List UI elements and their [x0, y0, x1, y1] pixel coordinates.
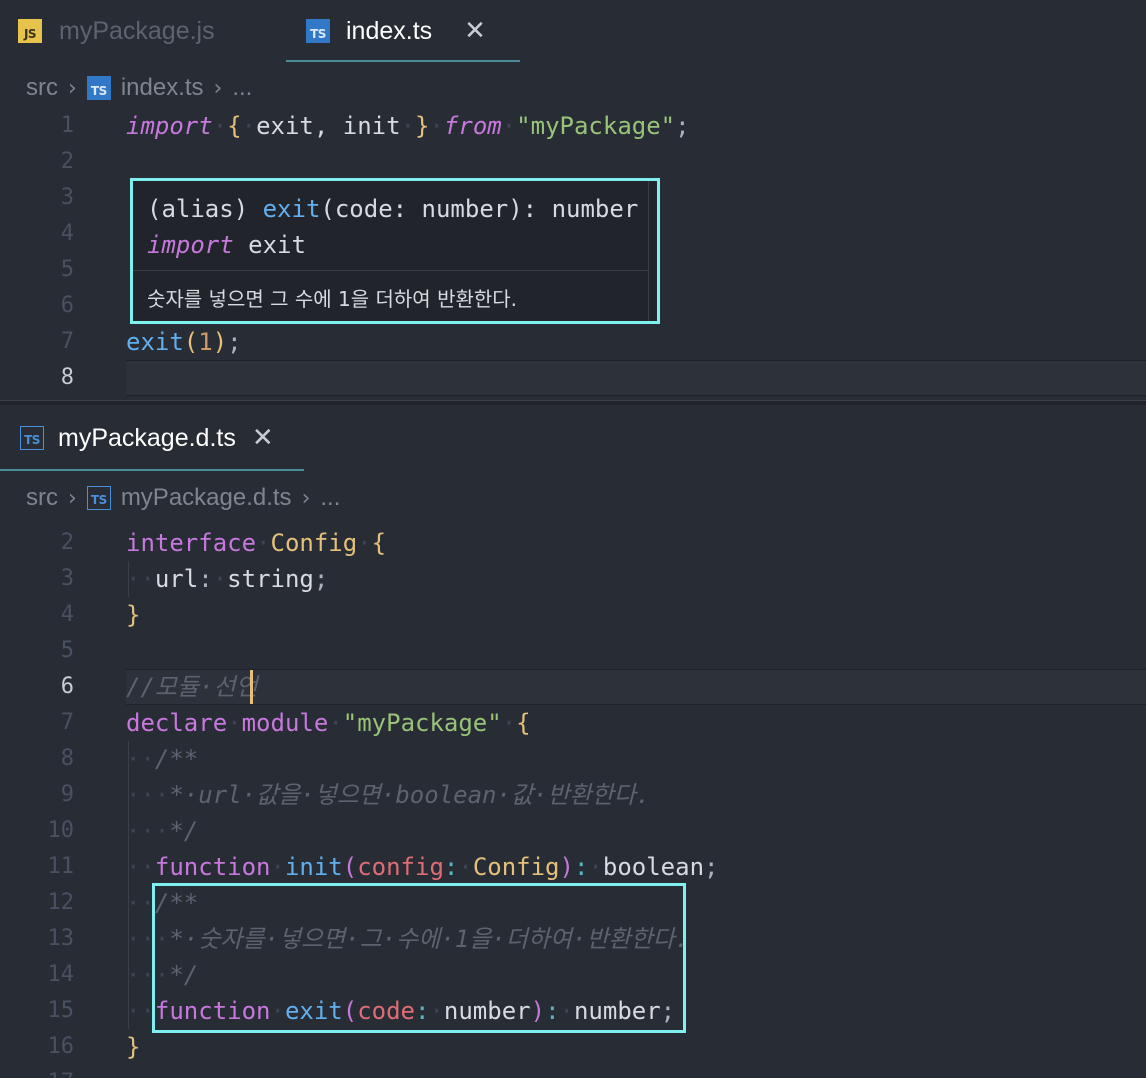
line-number: 13 [47, 926, 75, 951]
breadcrumb-folder[interactable]: src [26, 74, 58, 102]
code-line[interactable]: 10 ···*/ [0, 813, 1146, 849]
close-icon[interactable]: ✕ [464, 16, 486, 46]
typescript-declaration-file-icon: TS [20, 426, 44, 450]
editor-pane-index[interactable]: JS myPackage.js TS index.ts ✕ src › TS i… [0, 0, 1146, 400]
code-text: declare·module·"myPackage"·{ [126, 709, 531, 737]
code-line[interactable]: 9 ···*·url·값을·넣으면·boolean·값·반환한다. [0, 777, 1146, 813]
code-text: } [126, 1033, 141, 1061]
line-number: 6 [60, 293, 74, 318]
highlight-annotation-box [152, 883, 686, 1033]
line-number: 10 [47, 818, 75, 843]
code-line[interactable]: 4 } [0, 597, 1146, 633]
hover-separator [133, 270, 649, 271]
chevron-right-icon: › [68, 485, 77, 511]
code-line[interactable]: 7 declare·module·"myPackage"·{ [0, 705, 1146, 741]
line-number: 4 [60, 602, 74, 627]
line-number: 6 [60, 674, 74, 699]
line-number: 7 [60, 710, 74, 735]
line-number: 11 [47, 854, 75, 879]
tab-label: myPackage.d.ts [58, 423, 236, 452]
code-text: ···*/ [126, 817, 199, 845]
code-line[interactable]: 8 ··/** [0, 741, 1146, 777]
line-number: 3 [60, 185, 74, 210]
tab-label: index.ts [346, 16, 433, 45]
typescript-file-icon: TS [306, 19, 330, 43]
code-line-current[interactable]: 8 [0, 360, 1146, 396]
typescript-file-icon: TS [86, 76, 111, 100]
line-number: 14 [47, 962, 75, 987]
code-line[interactable]: 2 [0, 144, 1146, 180]
line-number: 8 [60, 746, 74, 771]
line-number: 15 [47, 998, 75, 1023]
line-number: 7 [60, 329, 74, 354]
tab-mypackage-js[interactable]: JS myPackage.js [18, 0, 268, 62]
code-text: ··function·init(config:·Config):·boolean… [126, 853, 719, 881]
line-number: 4 [60, 221, 74, 246]
typescript-declaration-file-icon: TS [86, 486, 111, 510]
code-text: ···*·url·값을·넣으면·boolean·값·반환한다. [126, 781, 651, 809]
current-line-highlight [126, 360, 1146, 396]
line-number: 8 [60, 365, 74, 390]
code-text: interface·Config·{ [126, 529, 387, 557]
javascript-file-icon: JS [18, 19, 42, 43]
code-line[interactable]: 2 interface·Config·{ [0, 525, 1146, 561]
line-number: 3 [60, 566, 74, 591]
breadcrumb-file[interactable]: index.ts [121, 74, 204, 102]
line-number: 16 [47, 1034, 75, 1059]
code-text: ··url:·string; [126, 565, 329, 593]
close-icon[interactable]: ✕ [252, 423, 274, 453]
hover-documentation: 숫자를 넣으면 그 수에 1을 더하여 반환한다. [147, 287, 518, 311]
line-number: 2 [60, 530, 74, 555]
chevron-right-icon: › [301, 485, 311, 511]
tab-bar-bottom: TS myPackage.d.ts ✕ [0, 405, 1146, 473]
code-line[interactable]: 1 import·{·exit, init·}·from·"myPackage"… [0, 108, 1146, 144]
text-cursor [250, 670, 253, 704]
line-number: 12 [47, 890, 75, 915]
code-text: } [126, 601, 141, 629]
chevron-right-icon: › [68, 75, 77, 101]
active-tab-indicator [286, 60, 520, 62]
tab-bar-top: JS myPackage.js TS index.ts ✕ [0, 0, 1146, 64]
line-number: 17 [0, 1065, 75, 1078]
hover-scrollbar[interactable] [648, 181, 649, 321]
active-tab-indicator [0, 469, 304, 471]
breadcrumb-more[interactable]: ... [232, 74, 252, 102]
code-text: //모듈·선언 [126, 673, 258, 701]
line-number: 5 [60, 257, 74, 282]
code-line[interactable]: 7 exit(1); [0, 324, 1146, 360]
tab-index-ts[interactable]: TS index.ts ✕ [286, 0, 520, 62]
tab-label: myPackage.js [59, 16, 215, 45]
hover-signature: (alias) exit(code: number): number impor… [147, 195, 639, 259]
line-number: 1 [60, 113, 74, 138]
line-number: 2 [60, 149, 74, 174]
breadcrumb: src › TS index.ts › ... [26, 68, 252, 108]
editor-pane-mypackage-d-ts[interactable]: TS myPackage.d.ts ✕ src › TS myPackage.d… [0, 405, 1146, 1078]
code-line-current[interactable]: 6 //모듈·선언 [0, 669, 1146, 705]
breadcrumb-more[interactable]: ... [320, 484, 340, 512]
breadcrumb-file[interactable]: myPackage.d.ts [121, 484, 292, 512]
code-line[interactable]: 17 [0, 1065, 1146, 1078]
tab-mypackage-d-ts[interactable]: TS myPackage.d.ts ✕ [0, 405, 304, 471]
code-line[interactable]: 16 } [0, 1029, 1146, 1065]
code-text: ··/** [126, 745, 199, 773]
chevron-right-icon: › [213, 75, 223, 101]
breadcrumb-folder[interactable]: src [26, 484, 58, 512]
current-line-highlight [126, 669, 1146, 705]
code-text: exit(1); [126, 328, 242, 356]
code-line[interactable]: 3 ··url:·string; [0, 561, 1146, 597]
hover-tooltip: (alias) exit(code: number): number impor… [130, 178, 660, 324]
breadcrumb: src › TS myPackage.d.ts › ... [26, 478, 340, 518]
code-text: import·{·exit, init·}·from·"myPackage"; [126, 112, 690, 140]
line-number: 9 [60, 782, 74, 807]
line-number: 5 [60, 638, 74, 663]
code-line[interactable]: 11 ··function·init(config:·Config):·bool… [0, 849, 1146, 885]
code-line[interactable]: 5 [0, 633, 1146, 669]
